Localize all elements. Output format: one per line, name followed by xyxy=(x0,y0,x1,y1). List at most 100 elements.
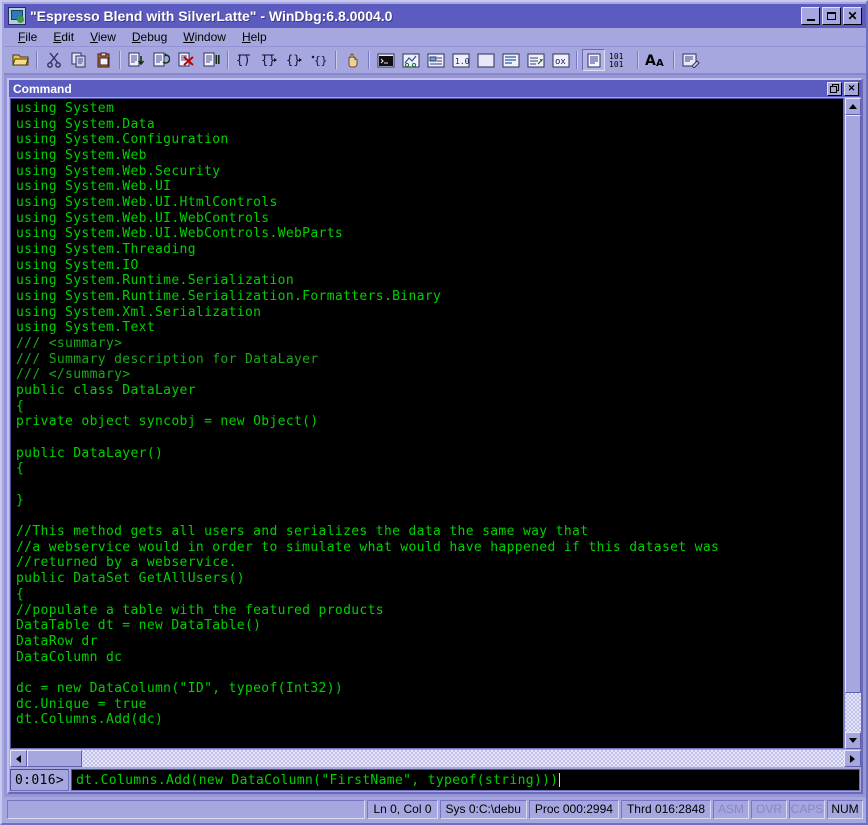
command-output-line: using System xyxy=(16,101,115,116)
command-output-line: public class DataLayer xyxy=(16,383,196,399)
paste-icon[interactable] xyxy=(92,49,115,71)
prompt-label: 0:016> xyxy=(10,769,70,791)
horizontal-scroll-thumb[interactable] xyxy=(27,750,82,767)
command-output-line: /// </summary> xyxy=(16,367,131,383)
status-cell-caps-indicator: CAPS xyxy=(789,799,825,819)
status-cell-process-id: Proc 000:2994 xyxy=(528,799,619,819)
command-output-line: using System.Web.UI xyxy=(16,179,172,195)
arrow-up-icon xyxy=(849,104,857,109)
font-icon[interactable]: A A xyxy=(643,49,669,71)
scroll-down-button[interactable] xyxy=(845,732,861,749)
command-output-line: using System.Web.UI.WebControls xyxy=(16,210,270,226)
command-output-line: using System.Web.UI.HtmlControls xyxy=(16,195,278,211)
command-window-icon[interactable] xyxy=(374,49,397,71)
close-button[interactable]: ✕ xyxy=(843,7,862,25)
svg-text:{}: {} xyxy=(314,54,327,67)
step-into-icon[interactable]: {) xyxy=(233,49,256,71)
copy-icon[interactable] xyxy=(67,49,90,71)
status-cell-thread-id: Thrd 016:2848 xyxy=(620,799,711,819)
step-over-icon[interactable]: {} xyxy=(258,49,281,71)
cut-icon[interactable] xyxy=(42,49,65,71)
arrow-left-icon xyxy=(16,754,21,763)
command-output-line: //returned by a webservice. xyxy=(16,555,237,571)
command-output-line xyxy=(16,477,843,493)
scratch-pad-icon[interactable]: ox xyxy=(549,49,572,71)
status-cell-asm-indicator: ASM xyxy=(713,799,749,819)
vertical-scroll-track[interactable] xyxy=(845,115,861,732)
menu-item-window[interactable]: Window xyxy=(175,28,234,46)
menu-item-debug[interactable]: Debug xyxy=(124,28,175,46)
maximize-button[interactable] xyxy=(822,7,841,25)
command-output-line: using System.Web.Security xyxy=(16,163,221,179)
command-output-line: dt.Columns.Add(dc) xyxy=(16,712,164,728)
command-window-body: using System using System.Data using Syste… xyxy=(9,97,861,749)
menu-bar: File Edit View Debug Window Help xyxy=(4,28,866,47)
minimize-button[interactable] xyxy=(801,7,820,25)
command-input[interactable]: dt.Columns.Add(new DataColumn("FirstName… xyxy=(71,769,860,791)
command-output-line xyxy=(16,508,843,524)
watch-window-icon[interactable] xyxy=(399,49,422,71)
run-to-cursor-icon[interactable]: {} xyxy=(308,49,331,71)
command-output-line: //This method gets all users and seriali… xyxy=(16,524,589,540)
options-icon[interactable] xyxy=(679,49,702,71)
command-window-restore-button[interactable] xyxy=(827,81,842,96)
command-output-line: /// Summary description for DataLayer xyxy=(16,351,319,367)
status-cell-cursor-position: Ln 0, Col 0 xyxy=(367,799,438,819)
command-output-line: using System.Runtime.Serialization xyxy=(16,273,295,289)
scroll-right-button[interactable] xyxy=(844,750,861,767)
scroll-left-button[interactable] xyxy=(10,750,27,767)
command-window-close-button[interactable]: ✕ xyxy=(844,81,859,96)
svg-text:A: A xyxy=(656,58,664,68)
break-icon[interactable] xyxy=(200,49,223,71)
locals-window-icon[interactable] xyxy=(424,49,447,71)
source-mode-icon[interactable] xyxy=(582,49,605,71)
command-output-line: /// <summary> xyxy=(16,336,123,352)
go-icon[interactable] xyxy=(125,49,148,71)
toolbar: {) {} {} {} 1.0 ox 101 101 A A xyxy=(4,47,866,75)
memory-window-icon[interactable] xyxy=(474,49,497,71)
command-output-line: //a webservice would in order to simulat… xyxy=(16,539,720,555)
command-output-line: DataTable dt = new DataTable() xyxy=(16,618,262,634)
command-output-line: dc = new DataColumn("ID", typeof(Int32)) xyxy=(16,680,344,696)
vertical-scroll-thumb[interactable] xyxy=(845,115,861,693)
status-cell-system-path: Sys 0:C:\debu xyxy=(439,799,527,819)
registers-window-icon[interactable]: 1.0 xyxy=(449,49,472,71)
command-output-area[interactable]: using System using System.Data using Syste… xyxy=(10,98,844,749)
command-output-line: using System.Web.UI.WebControls.WebParts xyxy=(16,226,344,242)
command-output-vertical-scrollbar[interactable] xyxy=(844,98,861,749)
stop-debugging-icon[interactable] xyxy=(175,49,198,71)
menu-item-help[interactable]: Help xyxy=(234,28,275,46)
command-output-line: using System.Data xyxy=(16,116,156,132)
command-output-line: { xyxy=(16,586,25,602)
command-output-line xyxy=(16,665,843,681)
command-prompt-row: 0:016> dt.Columns.Add(new DataColumn("Fi… xyxy=(10,769,860,791)
step-out-icon[interactable]: {} xyxy=(283,49,306,71)
asm-mode-icon[interactable]: 101 101 xyxy=(607,49,633,71)
call-stack-window-icon[interactable] xyxy=(499,49,522,71)
command-output-line: using System.Runtime.Serialization.Forma… xyxy=(16,289,442,305)
command-output-line xyxy=(16,430,843,446)
command-output-line: //populate a table with the featured pro… xyxy=(16,602,384,618)
command-output-horizontal-scrollbar[interactable] xyxy=(10,750,861,767)
window-controls: ✕ xyxy=(801,7,862,25)
command-output-line: { xyxy=(16,461,25,477)
open-file-icon[interactable] xyxy=(9,49,32,71)
svg-text:1.0: 1.0 xyxy=(455,57,470,66)
break-hand-icon[interactable] xyxy=(341,49,364,71)
menu-item-edit[interactable]: Edit xyxy=(45,28,82,46)
command-output-line: using System.Text xyxy=(16,320,156,336)
command-output-line: dc.Unique = true xyxy=(16,696,147,712)
windbg-window: "Espresso Blend with SilverLatte" - WinD… xyxy=(0,0,868,825)
horizontal-scroll-track[interactable] xyxy=(27,750,844,767)
command-output-line: private object syncobj = new Object() xyxy=(16,414,319,430)
menu-item-view[interactable]: View xyxy=(82,28,124,46)
command-window-title-bar: Command ✕ xyxy=(9,80,861,97)
restart-icon[interactable] xyxy=(150,49,173,71)
disassembly-window-icon[interactable] xyxy=(524,49,547,71)
text-caret xyxy=(558,773,560,787)
title-bar: "Espresso Blend with SilverLatte" - WinD… xyxy=(4,4,866,28)
scroll-up-button[interactable] xyxy=(845,98,861,115)
svg-text:101: 101 xyxy=(609,60,624,68)
command-window-title: Command xyxy=(13,81,72,96)
menu-item-file[interactable]: File xyxy=(10,28,45,46)
